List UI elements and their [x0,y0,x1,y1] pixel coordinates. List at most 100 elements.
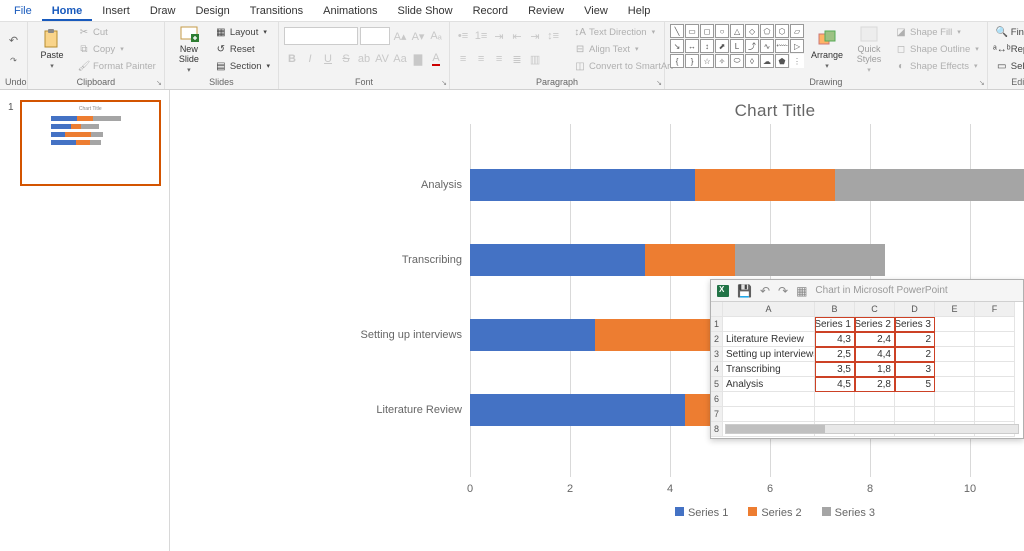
cell[interactable]: 2,8 [855,377,895,392]
save-icon[interactable]: 💾 [737,284,752,298]
highlight-icon[interactable]: ▇ [410,51,426,67]
dec-indent-icon[interactable]: ⇤ [509,28,525,44]
align-right-icon[interactable]: ≡ [491,51,507,67]
cell[interactable] [935,347,975,362]
cell[interactable] [975,317,1015,332]
copy-button[interactable]: ⧉Copy▾ [75,41,159,57]
shapes-gallery[interactable]: ╲▭◻○△◇⬠⬡▱ ↘↔↕⬈L⤴∿⬳▷ {}☆✧⬭◊☁⬟⋮ [670,24,804,68]
col-header[interactable]: C [855,302,895,317]
row-header[interactable]: 2 [711,332,723,347]
italic-icon[interactable]: I [302,51,318,67]
cell[interactable] [935,377,975,392]
paste-button[interactable]: Paste ▾ [33,24,71,74]
cell[interactable] [935,407,975,422]
tab-animations[interactable]: Animations [313,2,387,21]
shape-outline-button[interactable]: ◻Shape Outline▾ [892,41,982,57]
numbering-icon[interactable]: 1≡ [473,28,489,44]
cell[interactable]: 5 [895,377,935,392]
font-size-select[interactable] [360,27,390,45]
cell[interactable] [815,392,855,407]
cell[interactable] [975,392,1015,407]
inc-indent-icon[interactable]: ⇥ [527,28,543,44]
slide-thumbnail-1[interactable]: Chart Title [20,100,161,186]
font-family-select[interactable] [284,27,358,45]
format-painter-button[interactable]: 🖌Format Painter [75,58,159,74]
cut-button[interactable]: ✂Cut [75,24,159,40]
tab-draw[interactable]: Draw [140,2,186,21]
cell[interactable] [723,407,815,422]
align-left-icon[interactable]: ≡ [455,51,471,67]
data-editor-grid[interactable]: ABCDEF1Series 1Series 2Series 32Literatu… [711,302,1023,437]
cell[interactable]: Analysis [723,377,815,392]
layout-button[interactable]: ▦Layout▾ [212,24,273,40]
cell[interactable] [895,392,935,407]
cell[interactable]: 3 [895,362,935,377]
strikethrough-icon[interactable]: S [338,51,354,67]
col-header[interactable]: D [895,302,935,317]
drawing-launcher-icon[interactable]: ↘ [979,79,985,87]
cell[interactable]: Series 3 [895,317,935,332]
cell[interactable]: 3,5 [815,362,855,377]
select-button[interactable]: ▭Select▾ [993,58,1024,74]
cell[interactable]: 4,4 [855,347,895,362]
tab-review[interactable]: Review [518,2,574,21]
font-launcher-icon[interactable]: ↘ [441,79,447,87]
cell[interactable]: Literature Review [723,332,815,347]
decrease-font-icon[interactable]: A▾ [410,28,426,44]
justify-icon[interactable]: ≣ [509,51,525,67]
reset-button[interactable]: ↺Reset [212,41,273,57]
col-header[interactable]: F [975,302,1015,317]
shadow-icon[interactable]: ab [356,51,372,67]
cell[interactable] [895,407,935,422]
tab-home[interactable]: Home [42,2,93,21]
row-header[interactable]: 6 [711,392,723,407]
col-header[interactable]: A [723,302,815,317]
cell[interactable]: 2,5 [815,347,855,362]
cell[interactable] [723,317,815,332]
col-header[interactable]: B [815,302,855,317]
cell[interactable]: 4,5 [815,377,855,392]
row-header[interactable]: 5 [711,377,723,392]
undo-icon[interactable]: ↶ [760,284,770,298]
tab-help[interactable]: Help [618,2,661,21]
arrange-button[interactable]: Arrange ▾ [808,24,846,74]
row-header[interactable]: 4 [711,362,723,377]
font-color-icon[interactable]: A [428,51,444,67]
cell[interactable]: Transcribing [723,362,815,377]
list-level-icon[interactable]: ⇥ [491,28,507,44]
shape-effects-button[interactable]: ◐Shape Effects▾ [892,58,982,74]
data-editor-scrollbar[interactable] [725,424,1019,434]
cell[interactable]: Setting up interviews [723,347,815,362]
data-editor-titlebar[interactable]: 💾 ↶ ↷ ▦ Chart in Microsoft PowerPoint [711,280,1023,302]
section-button[interactable]: ▤Section▾ [212,58,273,74]
quick-styles-button[interactable]: Quick Styles ▾ [850,24,888,74]
tab-transitions[interactable]: Transitions [240,2,313,21]
replace-button[interactable]: ᵃ↔ᵇReplace▾ [993,41,1024,57]
row-header[interactable]: 7 [711,407,723,422]
tab-record[interactable]: Record [463,2,518,21]
cell[interactable]: 2,4 [855,332,895,347]
increase-font-icon[interactable]: A▴ [392,28,408,44]
tab-file[interactable]: File [4,2,42,21]
clear-format-icon[interactable]: Aₐ [428,28,444,44]
row-header[interactable]: 1 [711,317,723,332]
cell[interactable] [855,407,895,422]
shape-fill-button[interactable]: ◪Shape Fill▾ [892,24,982,40]
cell[interactable]: 2 [895,332,935,347]
cell[interactable] [975,332,1015,347]
cell[interactable]: Series 2 [855,317,895,332]
redo-icon[interactable]: ↷ [778,284,788,298]
change-case-icon[interactable]: Aa [392,51,408,67]
col-header[interactable]: E [935,302,975,317]
char-spacing-icon[interactable]: AV [374,51,390,67]
find-button[interactable]: 🔍Find [993,24,1024,40]
undo-icon[interactable]: ↶ [6,32,22,48]
clipboard-launcher-icon[interactable]: ↘ [156,79,162,87]
cell[interactable] [975,347,1015,362]
row-header[interactable]: 8 [711,422,723,437]
cell[interactable]: 4,3 [815,332,855,347]
columns-icon[interactable]: ▥ [527,51,543,67]
cell[interactable] [935,317,975,332]
new-slide-button[interactable]: New Slide ▾ [170,24,208,74]
bullets-icon[interactable]: •≡ [455,28,471,44]
